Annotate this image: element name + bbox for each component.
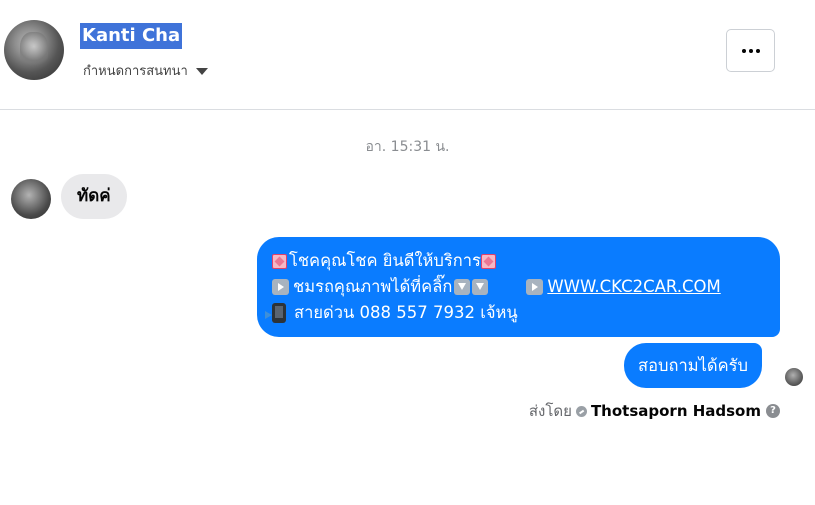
sender-name: Thotsaporn Hadsom bbox=[590, 402, 761, 420]
conversation-settings-dropdown[interactable]: กำหนดการสนทนา bbox=[83, 60, 208, 81]
message-line-3: สายด่วน 088 557 7932 เจ้หนู bbox=[265, 300, 766, 326]
anger-symbol-icon bbox=[480, 253, 496, 269]
sent-by-label: ส่งโดย bbox=[528, 402, 572, 420]
anger-symbol-icon bbox=[272, 253, 287, 269]
ellipsis-icon bbox=[748, 48, 753, 53]
messenger-conversation: Kanti Cha กำหนดการสนทนา อา. 15:31 น. ทัด… bbox=[0, 0, 815, 505]
message-line-2: ชมรถคุณภาพได้ที่คลิ๊ก WWW.CKC2CAR.COM bbox=[272, 274, 766, 300]
down-arrow-icon bbox=[472, 279, 489, 295]
incoming-message-bubble[interactable]: ทัดค่ bbox=[61, 174, 127, 219]
play-button-icon bbox=[526, 279, 544, 295]
message-line-1: โชคคุณโชค ยินดีให้บริการ bbox=[272, 248, 766, 274]
message-timestamp: อา. 15:31 น. bbox=[365, 139, 450, 155]
ellipsis-icon bbox=[755, 48, 760, 53]
website-link[interactable]: WWW.CKC2CAR.COM bbox=[547, 274, 720, 300]
mobile-phone-icon bbox=[265, 303, 286, 323]
contact-avatar[interactable] bbox=[4, 20, 64, 80]
more-options-button[interactable] bbox=[726, 29, 775, 72]
sent-by-info: ส่งโดย Thotsaporn Hadsom ? bbox=[529, 399, 780, 423]
down-arrow-icon bbox=[454, 279, 471, 295]
outgoing-message-bubble[interactable]: โชคคุณโชค ยินดีให้บริการ ชมรถคุณภาพได้ที… bbox=[257, 237, 780, 337]
check-icon bbox=[575, 405, 587, 417]
caret-down-icon bbox=[195, 68, 208, 75]
conversation-header: Kanti Cha กำหนดการสนทนา bbox=[0, 0, 815, 110]
message-text: โชคคุณโชค ยินดีให้บริการ bbox=[289, 251, 481, 270]
seen-indicator-avatar bbox=[785, 368, 803, 386]
help-icon[interactable]: ? bbox=[766, 404, 780, 418]
message-text: สายด่วน 088 557 7932 เจ้หนู bbox=[294, 303, 518, 322]
contact-name[interactable]: Kanti Cha bbox=[80, 23, 183, 49]
play-button-icon bbox=[272, 279, 289, 295]
sender-avatar[interactable] bbox=[11, 179, 51, 219]
conversation-settings-label: กำหนดการสนทนา bbox=[83, 64, 188, 79]
outgoing-message-bubble[interactable]: สอบถามได้ครับ bbox=[624, 343, 762, 388]
ellipsis-icon bbox=[741, 48, 746, 53]
message-text: ชมรถคุณภาพได้ที่คลิ๊ก bbox=[293, 277, 453, 296]
